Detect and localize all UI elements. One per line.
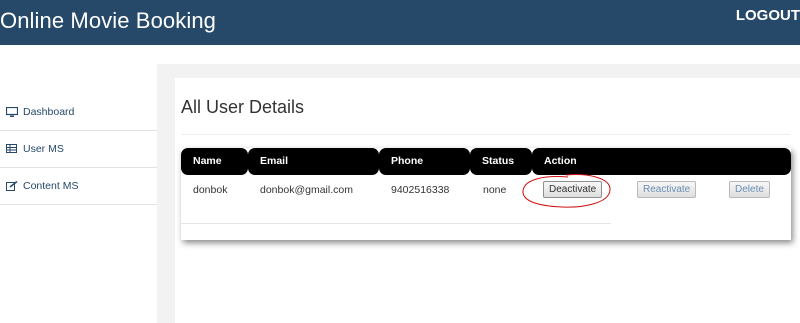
- reactivate-button[interactable]: Reactivate: [637, 181, 697, 198]
- table-icon: [6, 144, 18, 154]
- delete-button[interactable]: Delete: [729, 181, 770, 198]
- highlight-circle-annotation: [522, 174, 611, 208]
- cell-phone: 9402516338: [391, 184, 450, 196]
- title-divider: [181, 134, 790, 135]
- sidebar-item-label: Dashboard: [23, 105, 75, 118]
- cell-name: donbok: [193, 184, 228, 196]
- row-divider: [181, 223, 611, 224]
- column-header-status: Status: [470, 148, 532, 175]
- top-navbar: Online Movie Booking LOGOUT: [0, 0, 800, 45]
- sidebar-item-label: Content MS: [23, 180, 79, 192]
- edit-icon: [6, 180, 18, 191]
- table-header: Name Email Phone Status Action: [181, 148, 791, 175]
- monitor-icon: [5, 106, 19, 117]
- sidebar-item-user-ms[interactable]: User MS: [0, 131, 157, 168]
- page-title: All User Details: [181, 97, 305, 117]
- column-header-email: Email: [248, 148, 379, 175]
- column-header-phone: Phone: [379, 148, 470, 175]
- column-header-name: Name: [181, 148, 248, 175]
- cell-email: donbok@gmail.com: [260, 184, 353, 196]
- sidebar-item-dashboard[interactable]: Dashboard: [0, 93, 157, 131]
- app-title: Online Movie Booking: [0, 8, 217, 33]
- logout-link[interactable]: LOGOUT: [736, 7, 800, 24]
- sidebar-item-label: User MS: [23, 143, 64, 155]
- cell-status: none: [483, 184, 507, 196]
- sidebar-item-content-ms[interactable]: Content MS: [0, 168, 157, 205]
- sidebar: Dashboard User MS Content MS: [0, 93, 157, 205]
- column-header-action: Action: [532, 148, 791, 175]
